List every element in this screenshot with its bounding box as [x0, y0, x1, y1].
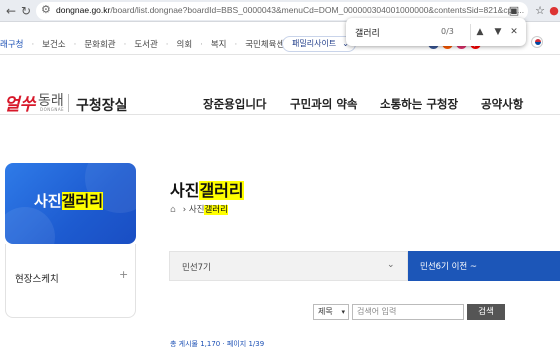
find-highlight: 갤러리: [61, 192, 104, 210]
term-tabs: 민선7기 ⌄ 민선6기 이전 ~: [169, 251, 560, 281]
tab-term-7[interactable]: 민선7기 ⌄: [169, 251, 408, 281]
side-menu: 현장스케치 +: [5, 244, 136, 318]
logo-main-text: 얼쑤: [4, 95, 36, 115]
search-input[interactable]: 검색어 입력: [352, 304, 464, 320]
url-host: dongnae.go.kr: [56, 5, 111, 15]
search-field-select[interactable]: 제목 ▾: [313, 304, 349, 320]
util-link-library[interactable]: 도서관: [134, 40, 157, 50]
url-path: /board/list.dongnae?boardId=BBS_0000043&…: [110, 5, 525, 15]
breadcrumb: ⌂ › 사진갤러리: [170, 205, 228, 215]
side-menu-item-field-sketch[interactable]: 현장스케치: [15, 271, 59, 285]
korea-flag-icon[interactable]: [531, 36, 543, 48]
extension-icon[interactable]: ●: [546, 3, 560, 19]
find-highlight: 갤러리: [199, 181, 244, 200]
gnb-item-communication[interactable]: 소통하는 구청장: [380, 96, 458, 112]
gnb-item-pledges[interactable]: 공약사항: [481, 96, 523, 112]
home-icon[interactable]: ⌂: [170, 205, 180, 215]
page-title: 사진갤러리: [170, 181, 244, 200]
search-button[interactable]: 검색: [467, 304, 505, 320]
util-link-health[interactable]: 보건소: [42, 40, 65, 50]
find-highlight: 갤러리: [204, 205, 228, 215]
logo-divider: [68, 94, 69, 112]
reload-icon[interactable]: ↻: [18, 3, 34, 19]
util-link-district[interactable]: 래구청: [0, 40, 23, 50]
reader-icon[interactable]: ▣: [506, 3, 522, 19]
find-close-icon[interactable]: ✕: [507, 24, 521, 40]
family-site-select[interactable]: 패밀리사이트 ⌄: [282, 36, 356, 52]
plus-icon[interactable]: +: [119, 268, 128, 281]
tab-term-7-label: 민선7기: [182, 263, 211, 273]
util-link-welfare[interactable]: 복지: [211, 40, 227, 50]
find-in-page-bar: 갤러리 0/3 ▲ ▼ ✕: [346, 18, 526, 46]
side-menu-header: 사진갤러리: [5, 163, 136, 244]
site-info-icon[interactable]: ⚙: [41, 3, 51, 16]
site-name[interactable]: 구청장실: [76, 95, 128, 115]
find-match-count: 0/3: [441, 27, 454, 36]
find-divider: [470, 24, 471, 40]
tab-term-6-label: 민선6기 이전 ~: [420, 262, 478, 272]
tab-term-6-before[interactable]: 민선6기 이전 ~: [408, 251, 560, 281]
find-prev-icon[interactable]: ▲: [473, 24, 487, 40]
chevron-down-icon: ⌄: [387, 260, 395, 270]
chevron-down-icon: ▾: [341, 308, 345, 316]
find-input[interactable]: 갤러리: [355, 26, 380, 39]
util-link-culture[interactable]: 문화회관: [84, 40, 115, 50]
find-next-icon[interactable]: ▼: [491, 24, 505, 40]
logo[interactable]: 얼쑤 동래 DONGNAE: [4, 90, 65, 115]
gnb-item-promise[interactable]: 구민과의 약속: [290, 96, 357, 112]
side-menu-title: 사진갤러리: [34, 192, 104, 210]
back-icon[interactable]: ←: [3, 3, 19, 19]
board-summary: 총 게시물 1,170 · 페이지 1/39: [170, 340, 265, 348]
family-site-label: 패밀리사이트: [292, 39, 337, 48]
logo-eng-text: DONGNAE: [40, 107, 65, 112]
util-link-council[interactable]: 의회: [177, 40, 193, 50]
gnb-item-intro[interactable]: 장준용입니다: [203, 96, 266, 112]
breadcrumb-separator: ›: [182, 205, 187, 215]
